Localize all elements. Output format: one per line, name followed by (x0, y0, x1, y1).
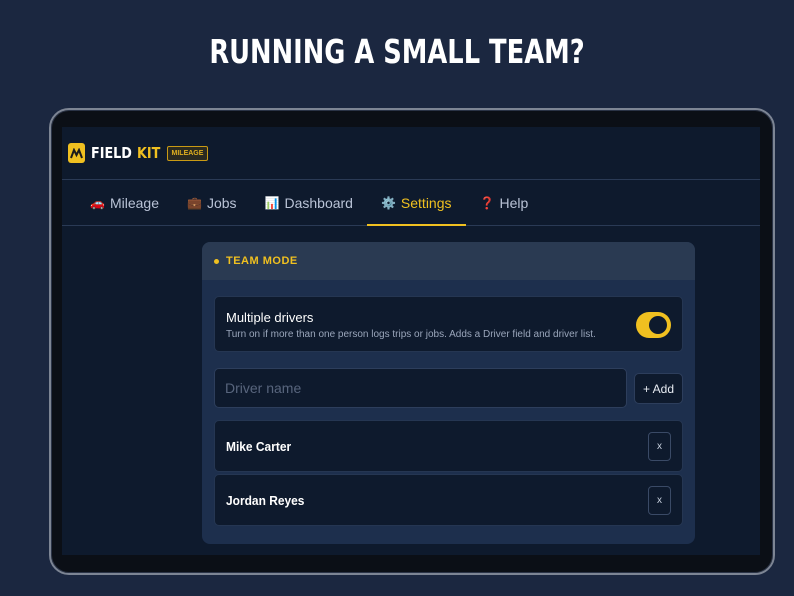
driver-name: Jordan Reyes (226, 493, 305, 508)
driver-name-input[interactable] (214, 368, 627, 408)
car-icon: 🚗 (90, 195, 105, 210)
tab-label: Help (499, 194, 529, 211)
tab-label: Settings (400, 194, 452, 211)
section-header: TEAM MODE (202, 242, 695, 280)
app-screen: FIELD KIT MILEAGE 🚗 Mileage 💼 Jobs 📊 Das… (62, 127, 760, 555)
setting-description: Turn on if more than one person logs tri… (226, 329, 596, 340)
tab-settings[interactable]: ⚙️ Settings (366, 180, 466, 226)
toggle-knob (649, 316, 667, 334)
headline: RUNNING A SMALL TEAM? (209, 32, 585, 71)
chart-icon: 📊 (264, 195, 280, 210)
remove-driver-button[interactable]: x (648, 486, 671, 515)
tab-label: Mileage (109, 194, 159, 211)
driver-name: Mike Carter (226, 439, 292, 454)
tab-mileage[interactable]: 🚗 Mileage (76, 180, 173, 225)
tab-dashboard[interactable]: 📊 Dashboard (251, 180, 367, 225)
logo-kit: KIT (136, 144, 161, 162)
driver-row: Mike Carter x (214, 420, 683, 472)
section-title: TEAM MODE (226, 255, 298, 267)
app-header: FIELD KIT MILEAGE (62, 127, 760, 180)
multiple-drivers-toggle[interactable] (636, 312, 671, 338)
team-mode-card: TEAM MODE Multiple drivers Turn on if mo… (202, 242, 695, 544)
gear-icon: ⚙️ (380, 195, 396, 210)
tab-help[interactable]: ❓ Help (466, 180, 543, 225)
remove-driver-button[interactable]: x (648, 432, 671, 461)
logo-wordmark: FIELD KIT (91, 144, 160, 162)
setting-title: Multiple drivers (226, 310, 314, 325)
tab-label: Jobs (206, 194, 237, 211)
multiple-drivers-setting: Multiple drivers Turn on if more than on… (214, 296, 683, 352)
tab-jobs[interactable]: 💼 Jobs (173, 180, 251, 225)
briefcase-icon: 💼 (186, 195, 202, 210)
add-driver-button[interactable]: + Add (634, 373, 683, 404)
logo-icon (68, 143, 85, 163)
logo-field: FIELD (91, 144, 132, 162)
mileage-badge: MILEAGE (166, 145, 209, 161)
tab-label: Dashboard (284, 194, 353, 211)
bullet-icon (214, 258, 219, 264)
driver-row: Jordan Reyes x (214, 474, 683, 526)
question-icon: ❓ (479, 195, 495, 210)
nav-tabs: 🚗 Mileage 💼 Jobs 📊 Dashboard ⚙️ Settings… (62, 180, 760, 226)
